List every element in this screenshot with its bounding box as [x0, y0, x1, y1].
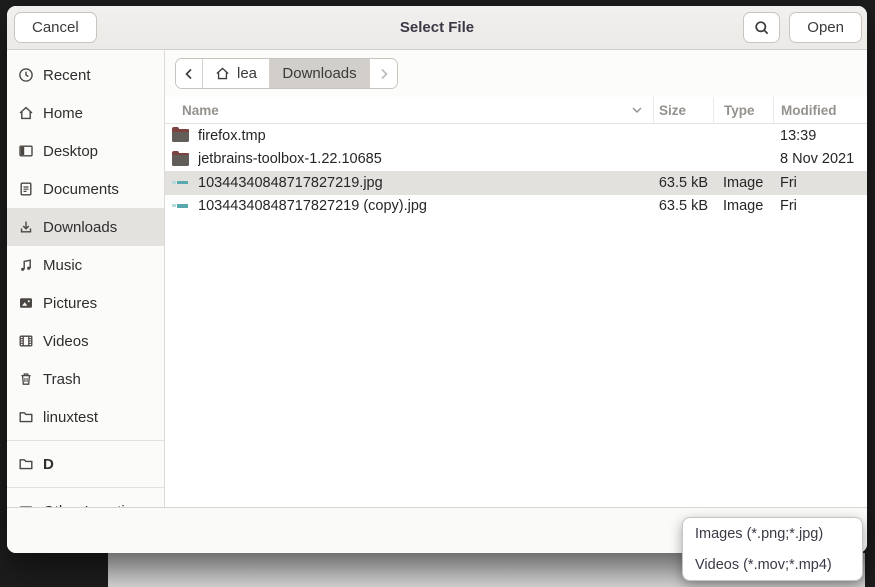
- sidebar-item-desktop[interactable]: Desktop: [7, 132, 164, 170]
- file-pane: lea Downloads Name: [165, 50, 867, 507]
- sidebar-item-label: Recent: [43, 67, 91, 84]
- dialog-titlebar: Select File Cancel Open: [7, 6, 867, 50]
- document-icon: [18, 181, 34, 197]
- sidebar-item-pictures[interactable]: Pictures: [7, 284, 164, 322]
- sort-chevron-down-icon: [631, 106, 643, 114]
- filter-option-videos[interactable]: Videos (*.mov;*.mp4): [683, 549, 862, 580]
- folder-icon: [18, 456, 34, 472]
- film-icon: [18, 333, 34, 349]
- file-name: jetbrains-toolbox-1.22.10685: [198, 151, 382, 167]
- file-modified: Fri: [773, 175, 867, 191]
- sidebar-item-downloads[interactable]: Downloads: [7, 208, 164, 246]
- breadcrumb-current-folder[interactable]: Downloads: [270, 59, 370, 88]
- breadcrumb-home[interactable]: lea: [203, 59, 270, 88]
- sidebar-item-label: Music: [43, 257, 82, 274]
- sidebar-item-videos[interactable]: Videos: [7, 322, 164, 360]
- folder-icon: [172, 129, 189, 142]
- chevron-right-icon: [379, 68, 389, 80]
- home-icon: [18, 105, 34, 121]
- dialog-title: Select File: [7, 19, 867, 36]
- file-modified: 8 Nov 2021: [773, 151, 867, 167]
- sidebar-item-documents[interactable]: Documents: [7, 170, 164, 208]
- sidebar-item-label: Trash: [43, 371, 81, 388]
- file-name: firefox.tmp: [198, 128, 266, 144]
- sidebar-item-label: Pictures: [43, 295, 97, 312]
- desktop-icon: [18, 143, 34, 159]
- places-sidebar: Recent Home Desktop: [7, 50, 165, 507]
- clock-icon: [18, 67, 34, 83]
- sidebar-item-d[interactable]: D: [7, 445, 164, 483]
- sidebar-item-recent[interactable]: Recent: [7, 56, 164, 94]
- forward-button[interactable]: [370, 59, 397, 88]
- breadcrumb-current-label: Downloads: [282, 65, 356, 82]
- file-row-jetbrains-toolbox[interactable]: jetbrains-toolbox-1.22.10685 8 Nov 2021: [165, 148, 867, 172]
- sidebar-item-label: Home: [43, 105, 83, 122]
- sidebar-item-label: Documents: [43, 181, 119, 198]
- open-button[interactable]: Open: [789, 12, 862, 43]
- sidebar-item-music[interactable]: Music: [7, 246, 164, 284]
- back-button[interactable]: [176, 59, 203, 88]
- column-label: Name: [182, 103, 219, 118]
- music-note-icon: [18, 257, 34, 273]
- dialog-content: Recent Home Desktop: [7, 50, 867, 507]
- image-thumbnail-icon: [172, 181, 189, 185]
- file-name: 10344340848717827219 (copy).jpg: [198, 198, 427, 214]
- column-label: Size: [659, 103, 686, 118]
- column-header-modified[interactable]: Modified: [773, 97, 867, 123]
- file-row-jpg-selected[interactable]: 10344340848717827219.jpg 63.5 kB Image F…: [165, 171, 867, 195]
- sidebar-item-label: linuxtest: [43, 409, 98, 426]
- file-name: 10344340848717827219.jpg: [198, 175, 383, 191]
- sidebar-item-trash[interactable]: Trash: [7, 360, 164, 398]
- column-header-size[interactable]: Size: [653, 97, 713, 123]
- file-modified: 13:39: [773, 128, 867, 144]
- file-size: 63.5 kB: [653, 175, 713, 191]
- file-size: 63.5 kB: [653, 198, 713, 214]
- sidebar-item-home[interactable]: Home: [7, 94, 164, 132]
- picture-icon: [18, 295, 34, 311]
- sidebar-item-other-locations[interactable]: Other Locations: [7, 492, 164, 507]
- home-icon: [215, 66, 230, 81]
- file-modified: Fri: [773, 198, 867, 214]
- file-type: Image: [713, 198, 773, 214]
- file-list: firefox.tmp 13:39 jetbrains-toolbox-1.22…: [165, 124, 867, 507]
- trash-icon: [18, 371, 34, 387]
- column-header-type[interactable]: Type: [713, 97, 773, 123]
- column-label: Modified: [781, 103, 837, 118]
- folder-icon: [172, 153, 189, 166]
- search-icon: [754, 20, 770, 36]
- file-row-firefox-tmp[interactable]: firefox.tmp 13:39: [165, 124, 867, 148]
- sidebar-item-label: Desktop: [43, 143, 98, 160]
- folder-icon: [18, 409, 34, 425]
- download-icon: [18, 219, 34, 235]
- sidebar-item-label: Videos: [43, 333, 89, 350]
- sidebar-item-label: D: [43, 456, 54, 473]
- filter-option-images[interactable]: Images (*.png;*.jpg): [683, 518, 862, 549]
- path-bar: lea Downloads: [165, 50, 867, 97]
- breadcrumb: lea Downloads: [175, 58, 398, 89]
- breadcrumb-home-label: lea: [237, 65, 257, 82]
- sidebar-item-label: Downloads: [43, 219, 117, 236]
- file-filter-popup: Images (*.png;*.jpg) Videos (*.mov;*.mp4…: [682, 517, 863, 581]
- file-row-jpg-copy[interactable]: 10344340848717827219 (copy).jpg 63.5 kB …: [165, 195, 867, 219]
- search-button[interactable]: [743, 12, 780, 43]
- column-headers: Name Size Type Modified: [165, 97, 867, 124]
- cancel-button[interactable]: Cancel: [14, 12, 97, 43]
- sidebar-separator: [7, 487, 164, 488]
- column-header-name[interactable]: Name: [165, 97, 653, 123]
- file-chooser-dialog: Select File Cancel Open Recent: [7, 6, 867, 553]
- sidebar-item-linuxtest[interactable]: linuxtest: [7, 398, 164, 436]
- file-type: Image: [713, 175, 773, 191]
- chevron-left-icon: [184, 68, 194, 80]
- column-label: Type: [724, 103, 755, 118]
- sidebar-separator: [7, 440, 164, 441]
- image-thumbnail-icon: [172, 204, 189, 208]
